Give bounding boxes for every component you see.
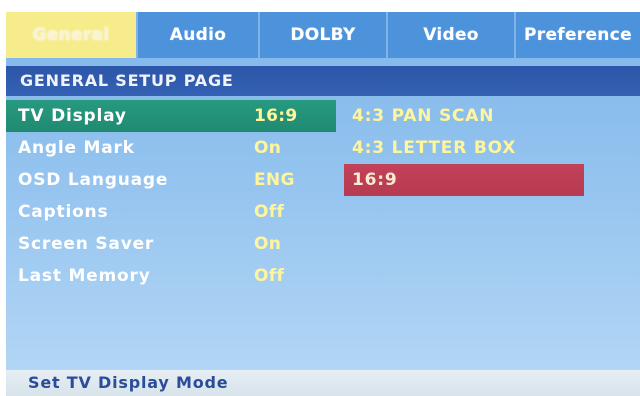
setting-row-screen-saver[interactable]: Screen Saver On [6,228,336,260]
setting-row-angle-mark[interactable]: Angle Mark On [6,132,336,164]
dvd-setup-screen: General Audio DOLBY Video Preference GEN… [6,12,640,396]
setting-value: On [254,234,282,254]
status-bar: Set TV Display Mode [6,370,640,396]
option-16-9[interactable]: 16:9 [344,164,584,196]
setting-label: Angle Mark [18,138,135,158]
setting-label: OSD Language [18,170,169,190]
page-title: GENERAL SETUP PAGE [6,66,640,96]
setting-row-captions[interactable]: Captions Off [6,196,336,228]
tab-audio[interactable]: Audio [138,12,260,58]
setting-value: Off [254,266,285,286]
tab-general[interactable]: General [6,12,138,58]
setting-value: On [254,138,282,158]
option-4-3-pan-scan[interactable]: 4:3 PAN SCAN [344,100,584,132]
tab-video[interactable]: Video [388,12,516,58]
setting-value: Off [254,202,285,222]
settings-list: TV Display 16:9 Angle Mark On OSD Langua… [6,100,336,292]
option-4-3-letter-box[interactable]: 4:3 LETTER BOX [344,132,584,164]
setting-label: Last Memory [18,266,151,286]
setting-value: 16:9 [254,106,298,126]
setting-label: TV Display [18,106,127,126]
tv-display-options: 4:3 PAN SCAN 4:3 LETTER BOX 16:9 [344,100,584,196]
setting-label: Screen Saver [18,234,155,254]
tab-preference[interactable]: Preference [516,12,640,58]
setting-row-osd-language[interactable]: OSD Language ENG [6,164,336,196]
tab-dolby[interactable]: DOLBY [260,12,388,58]
setting-row-last-memory[interactable]: Last Memory Off [6,260,336,292]
setting-row-tv-display[interactable]: TV Display 16:9 [6,100,336,132]
setup-tab-bar: General Audio DOLBY Video Preference [6,12,640,58]
setting-value: ENG [254,170,295,190]
setting-label: Captions [18,202,109,222]
